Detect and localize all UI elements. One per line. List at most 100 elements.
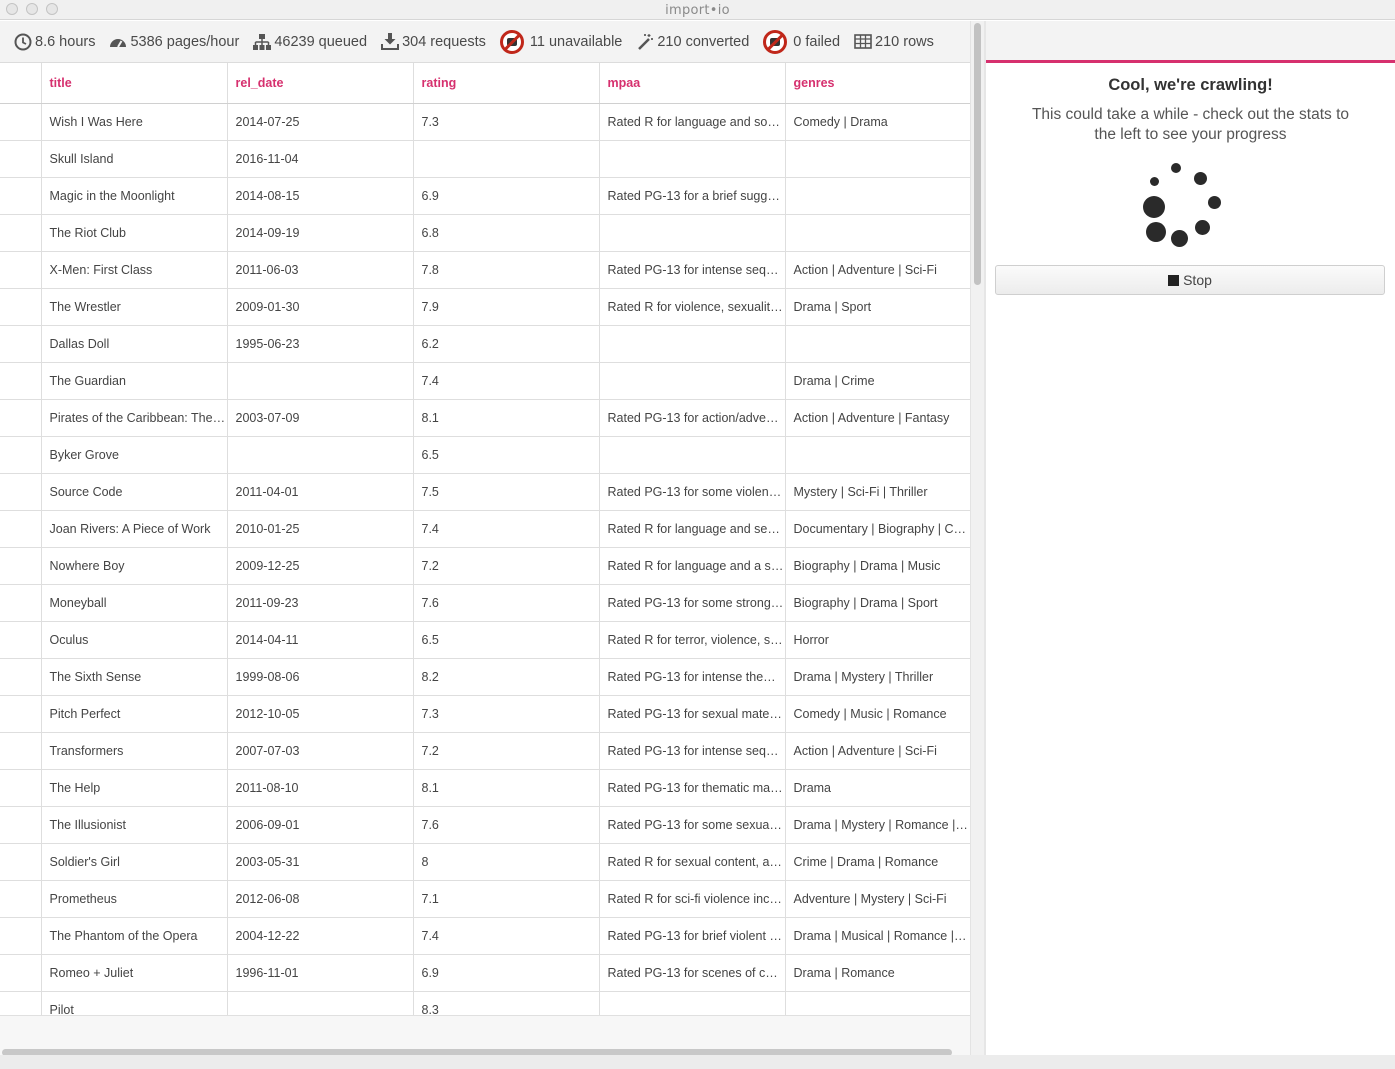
cell-title[interactable]: Transformers	[41, 732, 228, 770]
cell-title[interactable]: Pirates of the Caribbean: The …	[41, 399, 228, 437]
cell-title[interactable]: Pilot	[41, 991, 228, 1015]
vertical-scroll-thumb[interactable]	[974, 23, 981, 285]
cell-rel-date[interactable]: 1999-08-06	[227, 658, 414, 696]
cell-genres[interactable]: Drama | Sport	[785, 288, 970, 326]
cell-mpaa[interactable]: Rated R for terror, violence, so…	[599, 621, 786, 659]
table-row[interactable]: The Riot Club 2014-09-19 6.8	[0, 214, 970, 252]
cell-rel-date[interactable]: 2009-01-30	[227, 288, 414, 326]
cell-genres[interactable]	[785, 991, 970, 1015]
cell-mpaa[interactable]: Rated PG-13 for intense them…	[599, 658, 786, 696]
cell-mpaa[interactable]: Rated PG-13 for scenes of co…	[599, 954, 786, 992]
column-header-rating[interactable]: rating	[413, 63, 600, 104]
cell-mpaa[interactable]: Rated PG-13 for sexual materi…	[599, 695, 786, 733]
cell-rel-date[interactable]: 2014-09-19	[227, 214, 414, 252]
cell-title[interactable]: Prometheus	[41, 880, 228, 918]
table-row[interactable]: The Wrestler 2009-01-30 7.9 Rated R for vio…	[0, 288, 970, 326]
table-row[interactable]: Pirates of the Caribbean: The … 2003-07-0…	[0, 399, 970, 437]
cell-genres[interactable]	[785, 325, 970, 363]
cell-rel-date[interactable]	[227, 362, 414, 400]
cell-rating[interactable]: 8	[413, 843, 600, 881]
cell-mpaa[interactable]: Rated R for language and som…	[599, 103, 786, 141]
cell-rating[interactable]: 7.9	[413, 288, 600, 326]
cell-genres[interactable]: Biography | Drama | Music	[785, 547, 970, 585]
cell-rel-date[interactable]: 2014-07-25	[227, 103, 414, 141]
cell-rating[interactable]: 8.3	[413, 991, 600, 1015]
cell-genres[interactable]: Comedy | Drama	[785, 103, 970, 141]
cell-rel-date[interactable]: 2006-09-01	[227, 806, 414, 844]
cell-rel-date[interactable]: 2014-08-15	[227, 177, 414, 215]
cell-genres[interactable]: Drama | Romance	[785, 954, 970, 992]
cell-rating[interactable]: 7.6	[413, 806, 600, 844]
cell-rating[interactable]	[413, 140, 600, 178]
column-header-rel-date[interactable]: rel_date	[227, 63, 414, 104]
cell-mpaa[interactable]: Rated PG-13 for some violenc…	[599, 473, 786, 511]
cell-rel-date[interactable]: 2003-05-31	[227, 843, 414, 881]
cell-rel-date[interactable]: 2004-12-22	[227, 917, 414, 955]
cell-genres[interactable]: Biography | Drama | Sport	[785, 584, 970, 622]
results-table-container[interactable]: title rel_date rating mpaa genres Wish I…	[0, 63, 970, 1015]
cell-rating[interactable]: 7.6	[413, 584, 600, 622]
table-row[interactable]: Oculus 2014-04-11 6.5 Rated R for terror, v…	[0, 621, 970, 659]
cell-rating[interactable]: 6.5	[413, 436, 600, 474]
cell-rating[interactable]: 6.5	[413, 621, 600, 659]
cell-rating[interactable]: 8.1	[413, 769, 600, 807]
cell-title[interactable]: Moneyball	[41, 584, 228, 622]
table-row[interactable]: Magic in the Moonlight 2014-08-15 6.9 Rated…	[0, 177, 970, 215]
cell-mpaa[interactable]: Rated PG-13 for action/adven…	[599, 399, 786, 437]
cell-mpaa[interactable]	[599, 214, 786, 252]
table-row[interactable]: Wish I Was Here 2014-07-25 7.3 Rated R for …	[0, 103, 970, 141]
cell-title[interactable]: Nowhere Boy	[41, 547, 228, 585]
cell-mpaa[interactable]: Rated PG-13 for thematic mat…	[599, 769, 786, 807]
table-row[interactable]: Nowhere Boy 2009-12-25 7.2 Rated R for lang…	[0, 547, 970, 585]
cell-mpaa[interactable]: Rated PG-13 for intense sequ…	[599, 251, 786, 289]
cell-genres[interactable]	[785, 436, 970, 474]
cell-title[interactable]: Romeo + Juliet	[41, 954, 228, 992]
cell-genres[interactable]: Drama | Crime	[785, 362, 970, 400]
cell-rel-date[interactable]: 2011-06-03	[227, 251, 414, 289]
cell-title[interactable]: The Wrestler	[41, 288, 228, 326]
cell-title[interactable]: Dallas Doll	[41, 325, 228, 363]
cell-title[interactable]: Joan Rivers: A Piece of Work	[41, 510, 228, 548]
cell-rel-date[interactable]: 1996-11-01	[227, 954, 414, 992]
cell-title[interactable]: Byker Grove	[41, 436, 228, 474]
cell-title[interactable]: Oculus	[41, 621, 228, 659]
cell-mpaa[interactable]	[599, 362, 786, 400]
cell-rel-date[interactable]: 2011-09-23	[227, 584, 414, 622]
column-header-genres[interactable]: genres	[785, 63, 970, 104]
cell-rating[interactable]: 7.3	[413, 695, 600, 733]
table-row[interactable]: Pilot 8.3	[0, 991, 970, 1015]
cell-mpaa[interactable]	[599, 991, 786, 1015]
column-header-title[interactable]: title	[41, 63, 228, 104]
cell-rel-date[interactable]: 1995-06-23	[227, 325, 414, 363]
table-row[interactable]: Skull Island 2016-11-04	[0, 140, 970, 178]
cell-rel-date[interactable]: 2003-07-09	[227, 399, 414, 437]
cell-mpaa[interactable]: Rated R for language and sexu…	[599, 510, 786, 548]
cell-mpaa[interactable]: Rated PG-13 for intense sequ…	[599, 732, 786, 770]
cell-genres[interactable]: Action | Adventure | Sci-Fi	[785, 251, 970, 289]
cell-rating[interactable]: 6.2	[413, 325, 600, 363]
cell-title[interactable]: Wish I Was Here	[41, 103, 228, 141]
cell-title[interactable]: Soldier's Girl	[41, 843, 228, 881]
cell-title[interactable]: Magic in the Moonlight	[41, 177, 228, 215]
cell-genres[interactable]: Comedy | Music | Romance	[785, 695, 970, 733]
cell-genres[interactable]: Mystery | Sci-Fi | Thriller	[785, 473, 970, 511]
cell-rating[interactable]: 7.4	[413, 362, 600, 400]
table-row[interactable]: Soldier's Girl 2003-05-31 8 Rated R for sex…	[0, 843, 970, 881]
cell-title[interactable]: The Sixth Sense	[41, 658, 228, 696]
cell-genres[interactable]	[785, 214, 970, 252]
cell-rel-date[interactable]: 2010-01-25	[227, 510, 414, 548]
cell-mpaa[interactable]: Rated R for sexual content, a s…	[599, 843, 786, 881]
cell-mpaa[interactable]: Rated R for sci-fi violence incl…	[599, 880, 786, 918]
cell-mpaa[interactable]: Rated PG-13 for a brief sugge…	[599, 177, 786, 215]
cell-mpaa[interactable]: Rated R for violence, sexuality…	[599, 288, 786, 326]
cell-rating[interactable]: 7.3	[413, 103, 600, 141]
cell-rating[interactable]: 7.4	[413, 917, 600, 955]
vertical-scrollbar[interactable]	[970, 21, 984, 1055]
cell-title[interactable]: The Riot Club	[41, 214, 228, 252]
cell-genres[interactable]: Drama	[785, 769, 970, 807]
cell-genres[interactable]: Drama | Mystery | Thriller	[785, 658, 970, 696]
cell-rel-date[interactable]: 2011-08-10	[227, 769, 414, 807]
table-row[interactable]: Source Code 2011-04-01 7.5 Rated PG-13 for …	[0, 473, 970, 511]
stop-button[interactable]: Stop	[995, 265, 1385, 295]
cell-rating[interactable]: 6.9	[413, 954, 600, 992]
